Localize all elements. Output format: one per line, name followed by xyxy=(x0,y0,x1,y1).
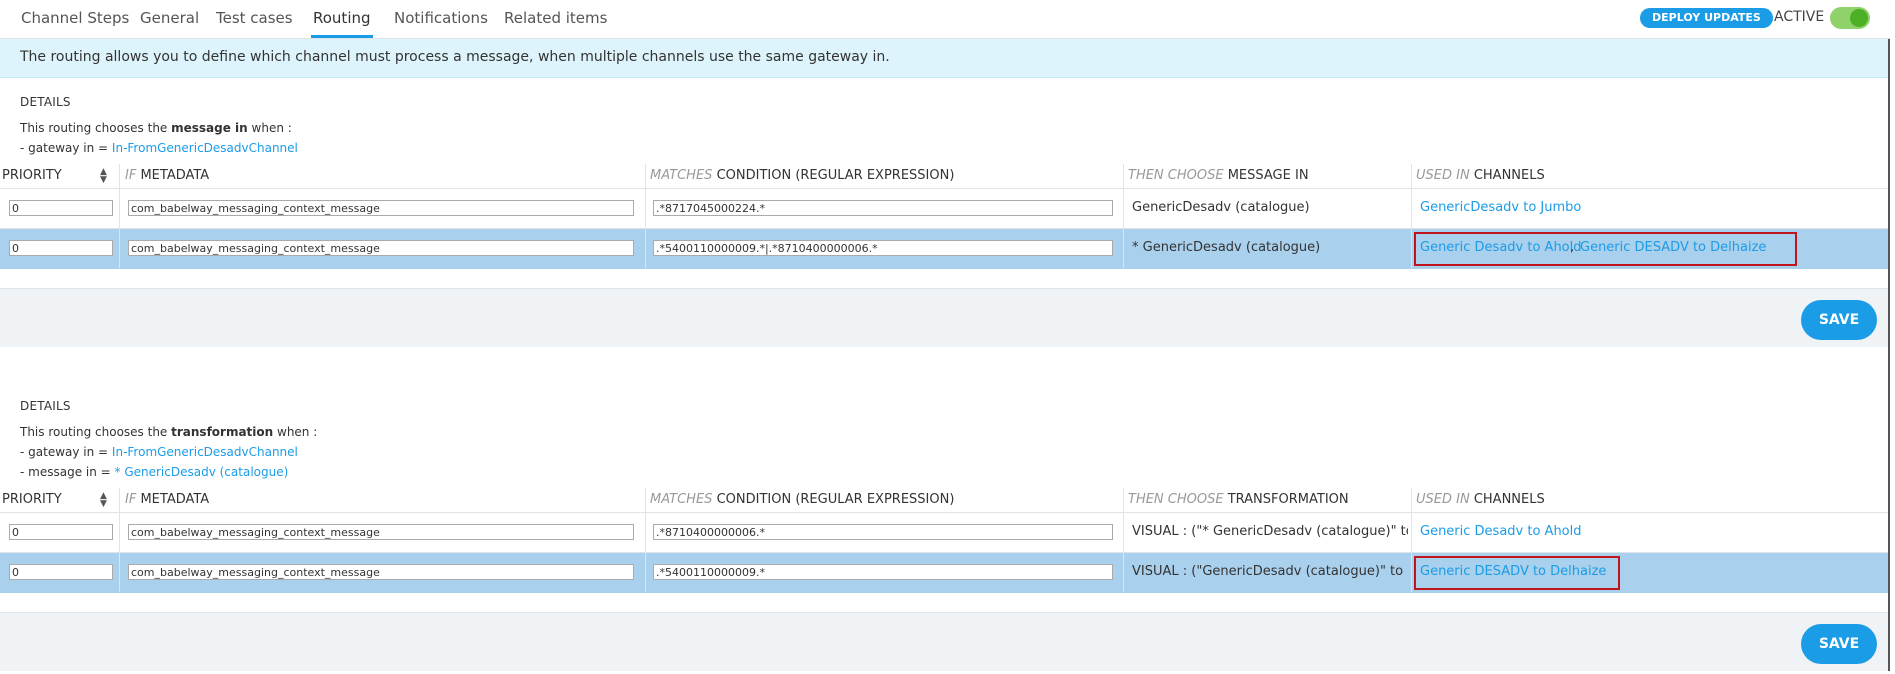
metadata-input[interactable] xyxy=(128,524,634,540)
section1-gateway-condition: - gateway in = In-FromGenericDesadvChann… xyxy=(20,141,298,155)
column-divider xyxy=(119,488,120,592)
priority-input[interactable] xyxy=(9,200,113,216)
section1-title: DETAILS xyxy=(20,95,71,109)
section1-footer: SAVE xyxy=(0,288,1888,347)
message-in-value: GenericDesadv (catalogue) xyxy=(1132,200,1310,215)
message-in-header: THEN CHOOSE MESSAGE IN xyxy=(1128,168,1309,183)
column-divider xyxy=(645,488,646,592)
metadata-header: IF METADATA xyxy=(125,168,210,183)
tab-related-items[interactable]: Related items xyxy=(504,9,607,27)
column-divider xyxy=(119,164,120,268)
gateway-link[interactable]: In-FromGenericDesadvChannel xyxy=(112,141,298,155)
section2-gateway-condition: - gateway in = In-FromGenericDesadvChann… xyxy=(20,445,298,459)
table-row: GenericDesadv (catalogue) GenericDesadv … xyxy=(0,188,1888,229)
transformation-header: THEN CHOOSE TRANSFORMATION xyxy=(1128,492,1349,507)
save-button[interactable]: SAVE xyxy=(1801,300,1877,340)
table-row[interactable]: VISUAL : ("GenericDesadv (catalogue)" to… xyxy=(0,552,1888,593)
tab-notifications[interactable]: Notifications xyxy=(394,9,488,27)
section2-footer: SAVE xyxy=(0,612,1888,671)
message-in-value: * GenericDesadv (catalogue) xyxy=(1132,240,1321,255)
highlight-box xyxy=(1414,232,1797,266)
channels-header: USED IN CHANNELS xyxy=(1416,168,1545,183)
condition-header: MATCHES CONDITION (REGULAR EXPRESSION) xyxy=(650,168,955,183)
deploy-updates-button[interactable]: DEPLOY UPDATES xyxy=(1640,8,1773,28)
tab-routing[interactable]: Routing xyxy=(311,9,373,38)
table-row[interactable]: * GenericDesadv (catalogue) Generic Desa… xyxy=(0,228,1888,269)
tab-test-cases[interactable]: Test cases xyxy=(216,9,293,27)
column-divider xyxy=(1411,488,1412,592)
section1-table-header: PRIORITY ▲ ▼ IF METADATA MATCHES CONDITIO… xyxy=(0,164,1888,188)
channels-header: USED IN CHANNELS xyxy=(1416,492,1545,507)
condition-input[interactable] xyxy=(653,200,1113,216)
tab-channel-steps[interactable]: Channel Steps xyxy=(21,9,129,27)
highlight-box xyxy=(1414,556,1620,590)
tab-bar: Channel Steps General Test cases Routing… xyxy=(0,0,1890,39)
column-divider xyxy=(1123,488,1124,592)
transformation-value: VISUAL : ("GenericDesadv (catalogue)" to… xyxy=(1132,564,1408,579)
section2-title: DETAILS xyxy=(20,399,71,413)
section2-description: This routing chooses the transformation … xyxy=(20,425,318,439)
table-row: VISUAL : ("* GenericDesadv (catalogue)" … xyxy=(0,512,1888,553)
transformation-value: VISUAL : ("* GenericDesadv (catalogue)" … xyxy=(1132,524,1408,539)
metadata-input[interactable] xyxy=(128,240,634,256)
section1-description: This routing chooses the message in when… xyxy=(20,121,292,135)
sort-icon[interactable]: ▲ ▼ xyxy=(100,492,107,509)
column-divider xyxy=(645,164,646,268)
active-label: ACTIVE xyxy=(1774,9,1825,25)
priority-input[interactable] xyxy=(9,240,113,256)
channel-link[interactable]: GenericDesadv to Jumbo xyxy=(1420,200,1581,215)
metadata-header: IF METADATA xyxy=(125,492,210,507)
toggle-knob xyxy=(1850,9,1868,27)
info-banner-text: The routing allows you to define which c… xyxy=(20,49,890,65)
tab-general[interactable]: General xyxy=(140,9,199,27)
column-divider xyxy=(1123,164,1124,268)
priority-header[interactable]: PRIORITY xyxy=(2,168,62,183)
condition-header: MATCHES CONDITION (REGULAR EXPRESSION) xyxy=(650,492,955,507)
priority-header[interactable]: PRIORITY xyxy=(2,492,62,507)
gateway-link[interactable]: In-FromGenericDesadvChannel xyxy=(112,445,298,459)
channel-link[interactable]: Generic Desadv to Ahold xyxy=(1420,524,1582,539)
info-banner: The routing allows you to define which c… xyxy=(0,39,1888,78)
section2-table-header: PRIORITY ▲ ▼ IF METADATA MATCHES CONDITIO… xyxy=(0,488,1888,512)
metadata-input[interactable] xyxy=(128,564,634,580)
active-toggle[interactable] xyxy=(1830,7,1870,29)
condition-input[interactable] xyxy=(653,524,1113,540)
column-divider xyxy=(1411,164,1412,268)
metadata-input[interactable] xyxy=(128,200,634,216)
condition-input[interactable] xyxy=(653,240,1113,256)
section2-message-condition: - message in = * GenericDesadv (catalogu… xyxy=(20,465,289,479)
save-button[interactable]: SAVE xyxy=(1801,624,1877,664)
sort-icon[interactable]: ▲ ▼ xyxy=(100,168,107,185)
priority-input[interactable] xyxy=(9,524,113,540)
condition-input[interactable] xyxy=(653,564,1113,580)
priority-input[interactable] xyxy=(9,564,113,580)
message-in-link[interactable]: * GenericDesadv (catalogue) xyxy=(115,465,289,479)
